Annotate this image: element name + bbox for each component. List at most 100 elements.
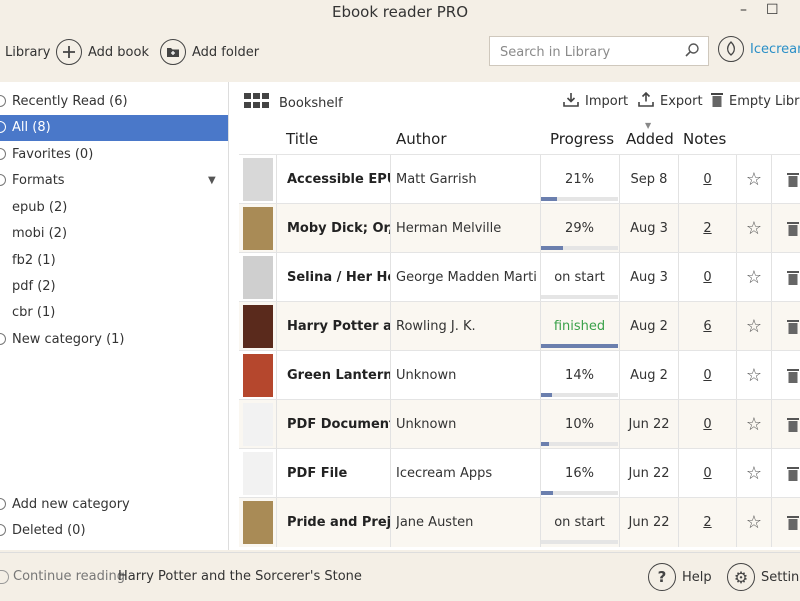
sidebar-item-favorites[interactable]: Favorites (0): [0, 142, 228, 168]
column-separator: [771, 449, 772, 498]
star-icon[interactable]: ☆: [737, 449, 771, 498]
trash-icon: [711, 92, 723, 111]
column-author[interactable]: Author: [396, 130, 447, 148]
book-title[interactable]: PDF File: [287, 449, 390, 498]
progress-fill: [541, 197, 557, 201]
empty-library-button[interactable]: Empty Library: [711, 92, 800, 111]
search-icon[interactable]: [684, 42, 700, 62]
book-notes-link[interactable]: 0: [679, 351, 736, 400]
column-separator: [390, 400, 391, 449]
book-title[interactable]: Harry Potter and the Sorcerer's Stone: [287, 302, 390, 351]
table-row[interactable]: Moby Dick; Or, The Whale Herman Melville 2…: [239, 203, 800, 253]
sidebar-item-all[interactable]: All (8): [0, 115, 228, 141]
sidebar-item-label: Favorites (0): [12, 147, 94, 162]
book-notes-link[interactable]: 2: [679, 498, 736, 547]
book-title[interactable]: Selina / Her Hopes: [287, 253, 390, 302]
book-title[interactable]: Accessible EPUB 3: [287, 155, 390, 204]
trash-icon[interactable]: [787, 270, 799, 289]
column-separator: [276, 449, 277, 498]
sidebar-item-epub[interactable]: epub (2): [0, 195, 228, 221]
trash-icon[interactable]: [787, 368, 799, 387]
star-icon[interactable]: ☆: [737, 498, 771, 547]
trash-icon[interactable]: [787, 515, 799, 534]
star-icon[interactable]: ☆: [737, 302, 771, 351]
minimize-button[interactable]: –: [740, 2, 747, 18]
plus-circle-icon: [0, 498, 6, 510]
book-title[interactable]: Pride and Prejudice: [287, 498, 390, 547]
import-button[interactable]: Import: [563, 92, 628, 111]
sidebar-item-deleted[interactable]: Deleted (0): [0, 518, 228, 544]
sidebar-item-new-category[interactable]: New category (1): [0, 327, 228, 353]
sidebar-item-label: Deleted (0): [12, 523, 86, 538]
account-button[interactable]: Icecream: [718, 36, 800, 62]
column-separator: [771, 302, 772, 351]
column-separator: [771, 400, 772, 449]
circle-icon: [0, 121, 6, 133]
book-icon: [0, 569, 9, 584]
book-title[interactable]: Green Lantern v2: [287, 351, 390, 400]
add-folder-button[interactable]: Add folder: [160, 36, 259, 68]
book-title[interactable]: Moby Dick; Or, The Whale: [287, 204, 390, 253]
continue-reading-button[interactable]: Continue reading: [0, 569, 125, 584]
book-notes-link[interactable]: 0: [679, 449, 736, 498]
trash-icon[interactable]: [787, 466, 799, 485]
column-progress[interactable]: Progress: [550, 130, 614, 148]
bookshelf-view-button[interactable]: Bookshelf: [244, 93, 343, 113]
star-icon[interactable]: ☆: [737, 155, 771, 204]
sidebar-item-cbr[interactable]: cbr (1): [0, 300, 228, 326]
book-added: Aug 3: [630, 270, 668, 285]
trash-icon[interactable]: [787, 417, 799, 436]
maximize-button[interactable]: ☐: [766, 2, 779, 18]
table-row[interactable]: PDF Document Unknown 10% Jun 22 0 ☆: [239, 399, 800, 449]
sidebar-item-label: Add new category: [12, 497, 130, 512]
trash-icon[interactable]: [787, 319, 799, 338]
export-button[interactable]: Export: [638, 91, 703, 111]
add-book-button[interactable]: Add book: [56, 36, 149, 68]
table-row[interactable]: Selina / Her HopesGeorge Madden Martinon…: [239, 252, 800, 302]
book-cover: [243, 305, 273, 348]
book-notes-link[interactable]: 0: [679, 155, 736, 204]
settings-button[interactable]: ⚙ Settings: [727, 563, 800, 591]
book-notes-link[interactable]: 6: [679, 302, 736, 351]
star-icon[interactable]: ☆: [737, 400, 771, 449]
grid-icon: [244, 93, 270, 113]
sidebar-item-mobi[interactable]: mobi (2): [0, 221, 228, 247]
progress-fill: [541, 344, 618, 348]
book-cover: [243, 256, 273, 299]
library-button[interactable]: Library: [5, 36, 50, 68]
caret-down-icon[interactable]: ▼: [208, 168, 216, 194]
list-toolbar: Bookshelf Import Export Empty Library: [229, 82, 800, 120]
help-button[interactable]: ? Help: [648, 563, 712, 591]
book-notes-link[interactable]: 2: [679, 204, 736, 253]
column-title[interactable]: Title: [286, 130, 318, 148]
toolbar: Library Add book Add folder Icecream: [0, 26, 800, 80]
book-title[interactable]: PDF Document: [287, 400, 390, 449]
star-icon[interactable]: ☆: [737, 351, 771, 400]
book-notes-link[interactable]: 0: [679, 253, 736, 302]
trash-icon[interactable]: [787, 172, 799, 191]
table-row[interactable]: Green Lantern v2Unknown14%Aug 20☆: [239, 350, 800, 400]
progress-fill: [541, 491, 553, 495]
table-row[interactable]: Pride and PrejudiceJane Austenon startJu…: [239, 497, 800, 547]
table-row[interactable]: Accessible EPUB 3Matt Garrish21%Sep 80☆: [239, 154, 800, 204]
book-added: Aug 2: [630, 368, 668, 383]
add-new-category-button[interactable]: Add new category: [0, 492, 228, 518]
star-icon[interactable]: ☆: [737, 253, 771, 302]
star-icon[interactable]: ☆: [737, 204, 771, 253]
search-input[interactable]: [490, 37, 682, 67]
column-separator: [276, 204, 277, 253]
column-added[interactable]: Added: [626, 130, 674, 148]
sidebar-item-fb2[interactable]: fb2 (1): [0, 248, 228, 274]
column-notes[interactable]: Notes: [683, 130, 726, 148]
sidebar-item-pdf[interactable]: pdf (2): [0, 274, 228, 300]
table-row[interactable]: Harry Potter and the Sorcerer's Stone Row…: [239, 301, 800, 351]
progress-bar: [541, 246, 618, 250]
table-row[interactable]: PDF File Icecream Apps 16% Jun 22 0 ☆: [239, 448, 800, 498]
current-book-link[interactable]: Harry Potter and the Sorcerer's Stone: [118, 569, 362, 584]
book-added: Aug 3: [630, 221, 668, 236]
sidebar-item-recently-read[interactable]: Recently Read (6): [0, 89, 228, 115]
circle-icon: [0, 148, 6, 160]
book-notes-link[interactable]: 0: [679, 400, 736, 449]
trash-icon[interactable]: [787, 221, 799, 240]
sidebar-item-formats[interactable]: Formats ▼: [0, 168, 228, 194]
